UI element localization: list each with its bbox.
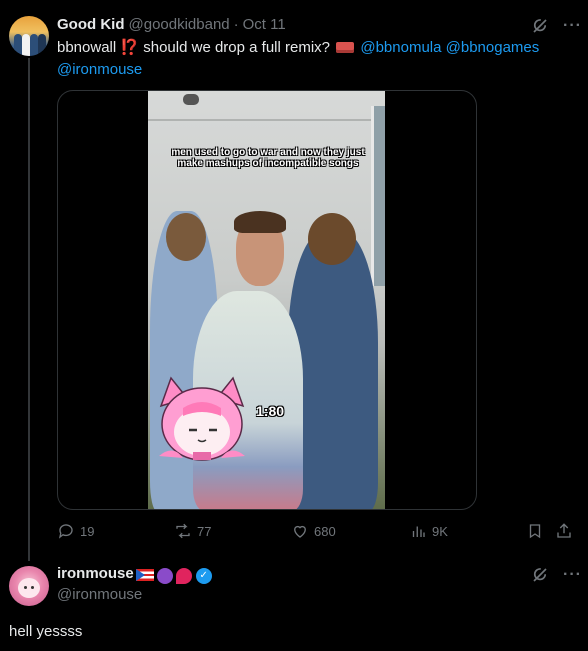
window [371,106,385,286]
video-player[interactable]: men used to go to war and now they just … [148,91,385,509]
bookmark-icon [529,524,541,539]
like-button[interactable]: 680 [291,522,336,540]
avatar-eye [24,586,27,589]
puerto-rico-flag-icon [135,569,154,581]
reply-button[interactable]: 19 [57,522,94,540]
person-center-hair [234,211,286,233]
author-name[interactable]: Good Kid [57,15,125,35]
tweet-text-part1: bbnowall [57,39,117,56]
share-icon [557,523,571,538]
views-icon [412,526,425,537]
bookmark-button[interactable] [526,522,544,540]
exclamation-question-emoji: ⁉️ [120,39,140,56]
avatar-figure [22,34,30,56]
reply-handle-row: @ironmouse [57,585,142,605]
reply-author-avatar[interactable] [9,566,49,606]
like-icon [294,525,306,538]
views-count: 9K [432,523,448,539]
author-handle[interactable]: @goodkidband [129,15,230,35]
avatar-figure [30,34,38,56]
share-button[interactable] [555,522,573,540]
author-avatar[interactable] [9,16,49,56]
tweet-date[interactable]: Oct 11 [243,15,286,35]
grok-icon[interactable] [531,566,549,584]
reply-author-handle[interactable]: @ironmouse [57,585,142,605]
repost-button[interactable]: 77 [174,522,211,540]
reply-text: hell yessss [9,623,83,640]
person-right-hair [308,213,356,265]
tweet-actions: 19 77 680 9K [57,522,577,542]
avatar-figure [38,34,46,56]
video-timer: 1:80 [256,403,285,419]
person-left-hair [166,213,206,261]
tweet-media[interactable]: men used to go to war and now they just … [57,90,477,510]
more-icon[interactable]: ··· [563,566,582,584]
vtuber-sticker [159,376,245,461]
thread-line [28,58,30,561]
avatar-face [18,578,40,598]
avatar-figure [14,34,22,56]
more-icon[interactable]: ··· [563,17,582,35]
reply-author-name[interactable]: ironmouse [57,564,134,584]
repost-count: 77 [197,523,212,539]
like-count: 680 [314,523,336,539]
sparkling-heart-icon [175,568,192,584]
reply-icon [58,524,73,539]
tweet-top-actions: ··· [531,17,582,35]
brick-emoji-icon [336,42,355,53]
separator-dot: · [233,16,239,33]
avatar-eye [31,586,34,589]
mention-ironmouse[interactable]: @ironmouse [57,61,142,78]
tweet-text-part2: should we drop a full remix? [139,39,331,56]
verified-badge-icon: ✓ [195,568,212,584]
repost-icon [176,523,190,539]
mention-bbnogames[interactable]: @bbnogames [446,39,540,56]
tweet-text: bbnowall ⁉️ should we drop a full remix?… [57,37,557,81]
reply-count: 19 [80,523,95,539]
reply-top-actions: ··· [531,566,582,584]
reply-header: ironmouse ✓ [57,564,212,584]
tweet-header: Good Kid @goodkidband · Oct 11 [57,15,286,35]
views-button[interactable]: 9K [409,522,448,540]
grok-icon[interactable] [531,17,549,35]
mention-bbnomula[interactable]: @bbnomula [360,39,441,56]
video-caption: men used to go to war and now they just … [171,147,365,169]
security-camera [183,94,199,105]
smiling-devil-icon [156,568,173,584]
wall-line [148,119,385,121]
